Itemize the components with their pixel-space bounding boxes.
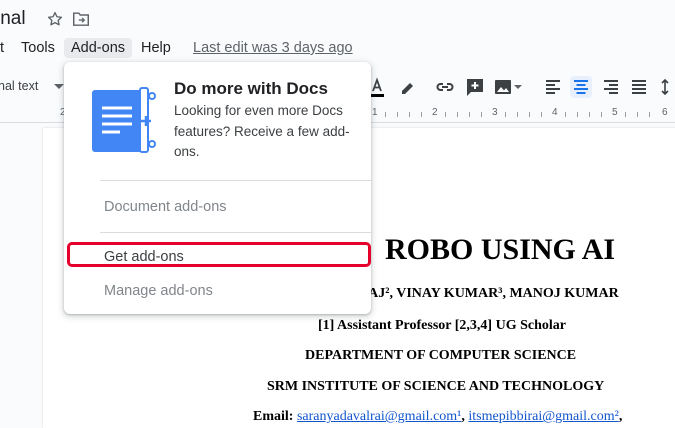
addons-menu: Do more with Docs Looking for even more … [64, 62, 371, 314]
insert-image-icon[interactable] [492, 76, 514, 98]
document-title[interactable]: inal [0, 8, 26, 30]
menu-edit[interactable]: t [0, 40, 4, 56]
paper-title: ROBO USING AI [385, 233, 616, 266]
ruler-tick [445, 112, 446, 117]
ruler-mark: 4 [552, 107, 558, 118]
justify-icon[interactable] [628, 76, 650, 98]
link-icon[interactable] [434, 76, 456, 98]
ruler-tick [625, 112, 626, 117]
ruler-tick [601, 112, 602, 117]
ruler-tick [589, 112, 590, 117]
ruler-tick [457, 112, 458, 117]
document-addons-item[interactable]: Document add-ons [104, 199, 227, 215]
paper-email-line: Email: saranyadavalrai@gmail.com¹, itsme… [253, 409, 622, 425]
chevron-down-icon[interactable] [54, 84, 64, 89]
ruler-mark: 6 [662, 107, 668, 118]
ruler-tick [385, 112, 386, 117]
ruler-tick [637, 112, 638, 117]
ruler-tick [541, 112, 542, 117]
menu-help[interactable]: Help [141, 40, 171, 56]
ruler-mark: 5 [612, 107, 618, 118]
ruler-tick [409, 112, 410, 117]
get-addons-highlight [67, 242, 371, 267]
align-center-icon[interactable] [570, 76, 592, 98]
ruler-mark: 1 [372, 107, 378, 118]
ruler-tick [649, 112, 650, 117]
ruler-tick [565, 112, 566, 117]
promo-title: Do more with Docs [174, 79, 328, 98]
paper-institute: SRM INSTITUTE OF SCIENCE AND TECHNOLOGY [267, 379, 605, 394]
last-edit-link[interactable]: Last edit was 3 days ago [193, 40, 353, 56]
menu-divider [100, 180, 371, 181]
ruler-tick [529, 112, 530, 117]
menu-divider [100, 232, 371, 233]
paper-affiliation: [1] Assistant Professor [2,3,4] UG Schol… [318, 318, 566, 333]
paragraph-style-select[interactable]: nal text [0, 79, 38, 93]
menu-tools[interactable]: Tools [21, 40, 55, 56]
manage-addons-item[interactable]: Manage add-ons [104, 283, 213, 299]
promo-description: Looking for even more Docs features? Rec… [174, 103, 350, 159]
line-spacing-icon[interactable] [660, 76, 675, 98]
highlight-icon[interactable] [396, 76, 418, 98]
align-right-icon[interactable] [600, 76, 622, 98]
ruler-tick [421, 112, 422, 117]
ruler-tick [469, 112, 470, 117]
menu-addons[interactable]: Add-ons [64, 38, 133, 58]
paper-authors: VI RAJ², VINAY KUMAR³, MANOJ KUMAR [339, 286, 619, 301]
ruler-tick [505, 112, 506, 117]
paper-department: DEPARTMENT OF COMPUTER SCIENCE [305, 348, 577, 363]
docs-addon-icon [92, 87, 156, 153]
ruler-mark: 2 [432, 107, 438, 118]
star-icon[interactable] [46, 10, 64, 28]
add-comment-icon[interactable] [464, 76, 486, 98]
align-left-icon[interactable] [542, 76, 564, 98]
ruler-tick [577, 112, 578, 117]
ruler-tick [481, 112, 482, 117]
chevron-down-icon[interactable] [512, 76, 524, 98]
ruler-tick [517, 112, 518, 117]
ruler-mark: 3 [492, 107, 498, 118]
ruler-tick [397, 112, 398, 117]
move-folder-icon[interactable] [72, 11, 90, 27]
